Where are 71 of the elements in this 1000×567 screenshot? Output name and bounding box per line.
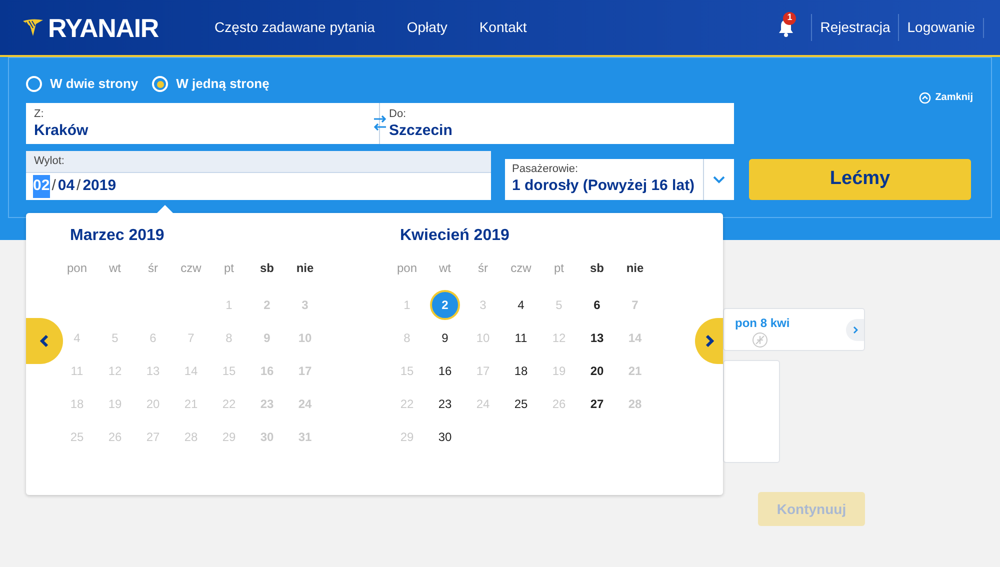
trip-type-radio[interactable]: W jedną stronę <box>152 74 270 94</box>
calendar-day[interactable]: 30 <box>430 422 460 452</box>
calendar-day[interactable]: 16 <box>430 356 460 386</box>
date-separator: / <box>76 176 82 196</box>
weekday-label: pt <box>552 260 565 277</box>
field-value: 1 dorosły (Powyżej 16 lat) <box>512 176 696 196</box>
weekday-label: wt <box>108 260 122 277</box>
departure-field[interactable]: Wylot: 02/04/2019 <box>26 151 491 200</box>
calendar-day[interactable]: 20 <box>582 356 612 386</box>
collapse-icon <box>919 92 932 104</box>
weekday-label: pon <box>66 260 88 277</box>
calendar-day[interactable]: 11 <box>506 322 536 352</box>
date-label: pon 8 kwi <box>735 315 790 332</box>
weekday-label: sb <box>588 260 605 277</box>
account-link[interactable]: Rejestracja <box>811 14 898 41</box>
nav-link[interactable]: Opłaty <box>406 17 448 38</box>
chevron-down-icon <box>713 176 725 184</box>
calendar-day[interactable]: 25 <box>506 388 536 418</box>
continue-button[interactable]: Kontynuuj <box>758 492 865 526</box>
destination-field[interactable]: Do: Szczecin <box>380 103 734 144</box>
weekday-label: pon <box>396 260 418 277</box>
date-card[interactable]: pon 8 kwi <box>723 308 865 351</box>
date-value-text: 02 <box>33 175 50 198</box>
trip-type-radio[interactable]: W dwie strony <box>26 74 138 94</box>
close-button[interactable]: Zamknij <box>919 90 973 105</box>
field-value: Szczecin <box>389 121 454 141</box>
nav-link[interactable]: Kontakt <box>479 17 527 38</box>
origin-field[interactable]: Z: Kraków <box>26 103 380 144</box>
calendar-day[interactable]: 23 <box>430 388 460 418</box>
weekday-label: sb <box>258 260 275 277</box>
chevron-right-icon <box>852 326 858 334</box>
calendar-day[interactable]: 27 <box>582 388 612 418</box>
calendar-day[interactable]: 18 <box>506 356 536 386</box>
nav-link[interactable]: Często zadawane pytania <box>214 17 375 38</box>
field-label: Wylot: <box>26 151 491 173</box>
weekday-label: wt <box>438 260 452 277</box>
account-link[interactable]: Logowanie <box>898 14 983 41</box>
field-label: Pasażerowie: <box>512 163 580 176</box>
month-title: Marzec 2019 <box>69 226 166 246</box>
previous-month-button[interactable] <box>26 318 63 364</box>
calendar-day[interactable]: 9 <box>430 322 460 352</box>
field-label: Z: <box>34 108 45 121</box>
weekday-label: pt <box>222 260 235 277</box>
weekday-label: śr <box>477 260 489 277</box>
calendar-day[interactable]: 6 <box>582 290 612 320</box>
calendar-day[interactable]: 2 <box>430 290 460 320</box>
no-flight-icon <box>752 332 768 348</box>
chevron-left-icon <box>40 334 49 348</box>
date-value-text: 2019 <box>82 176 116 196</box>
weekday-label: czw <box>180 260 202 277</box>
harp-logo-icon <box>22 18 44 38</box>
field-value: Kraków <box>34 121 90 141</box>
weekday-label: czw <box>510 260 532 277</box>
date-value-text: 04 <box>58 176 75 196</box>
notification-badge: 1 <box>783 12 796 24</box>
divider <box>983 18 984 38</box>
logo-wordmark[interactable]: RYANAIR <box>48 14 159 40</box>
passengers-dropdown[interactable]: Pasażerowie: 1 dorosły (Powyżej 16 lat) <box>505 159 734 200</box>
calendar-day[interactable]: 4 <box>506 290 536 320</box>
weekday-label: nie <box>295 260 315 277</box>
weekday-label: śr <box>147 260 159 277</box>
next-month-button[interactable] <box>695 318 723 364</box>
next-date-button[interactable] <box>846 319 864 341</box>
field-label: Do: <box>389 108 408 121</box>
search-button[interactable]: Lećmy <box>749 159 971 200</box>
calendar-day[interactable]: 13 <box>582 322 612 352</box>
date-separator: / <box>50 176 57 196</box>
month-title: Kwiecień 2019 <box>399 226 510 246</box>
swap-icon[interactable] <box>373 114 387 132</box>
chevron-right-icon <box>704 334 714 348</box>
weekday-label: nie <box>625 260 645 277</box>
